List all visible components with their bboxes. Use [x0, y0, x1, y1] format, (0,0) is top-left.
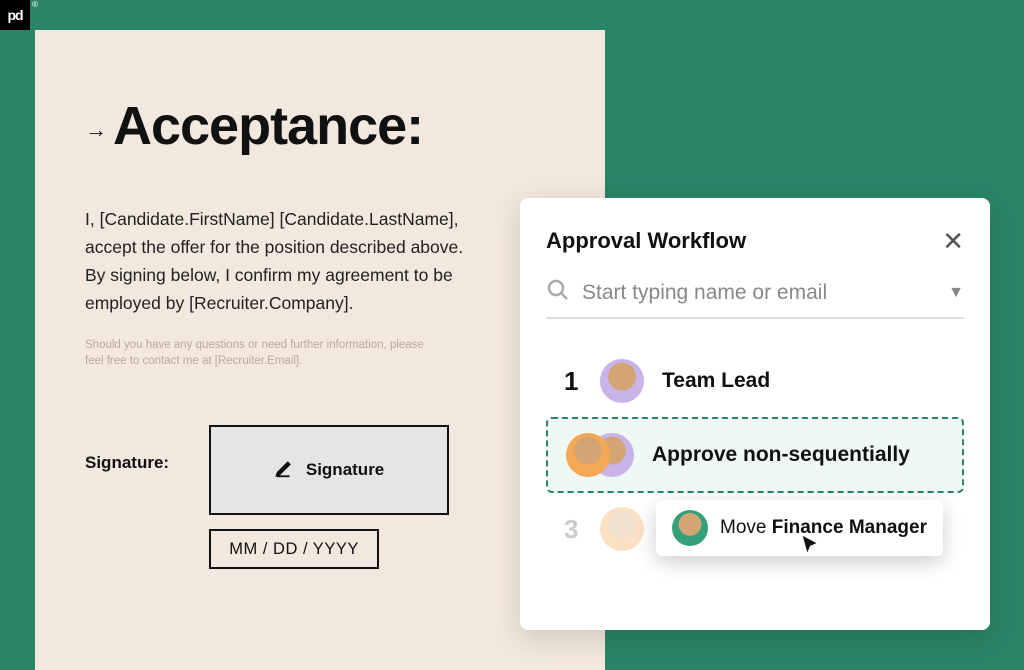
signature-label: Signature: [85, 453, 169, 473]
workflow-step-1[interactable]: 1 Team Lead [546, 345, 964, 417]
close-icon[interactable]: ✕ [942, 228, 964, 254]
avatar [600, 507, 644, 551]
tooltip-text: Move Finance Manager [720, 517, 927, 539]
search-icon [546, 278, 570, 307]
date-placeholder: MM / DD / YYYY [229, 540, 359, 559]
registered-mark: ® [32, 0, 38, 9]
workflow-title: Approval Workflow [546, 228, 746, 254]
signature-field-label: Signature [306, 460, 384, 480]
step-role: Team Lead [662, 369, 770, 393]
approval-workflow-panel: Approval Workflow ✕ ▼ 1 Team Lead Approv… [520, 198, 990, 630]
dropzone-label: Approve non-sequentially [652, 443, 910, 467]
avatar-group [566, 433, 634, 477]
signature-field[interactable]: Signature [209, 425, 449, 515]
step-number: 3 [564, 514, 582, 545]
pen-icon [274, 457, 296, 484]
approver-search[interactable]: ▼ [546, 278, 964, 319]
page-title: Acceptance: [113, 95, 423, 157]
search-input[interactable] [582, 281, 936, 305]
avatar [600, 359, 644, 403]
acceptance-body-text: I, [Candidate.FirstName] [Candidate.Last… [85, 205, 475, 317]
step-number: 1 [564, 366, 582, 397]
arrow-right-icon: → [85, 117, 107, 143]
cursor-icon [800, 534, 822, 561]
fine-print-text: Should you have any questions or need fu… [85, 337, 425, 369]
date-field[interactable]: MM / DD / YYYY [209, 529, 379, 569]
avatar [672, 510, 708, 546]
pd-logo-badge: pd [0, 0, 30, 30]
workflow-step-dropzone[interactable]: Approve non-sequentially [546, 417, 964, 493]
chevron-down-icon[interactable]: ▼ [948, 284, 964, 302]
